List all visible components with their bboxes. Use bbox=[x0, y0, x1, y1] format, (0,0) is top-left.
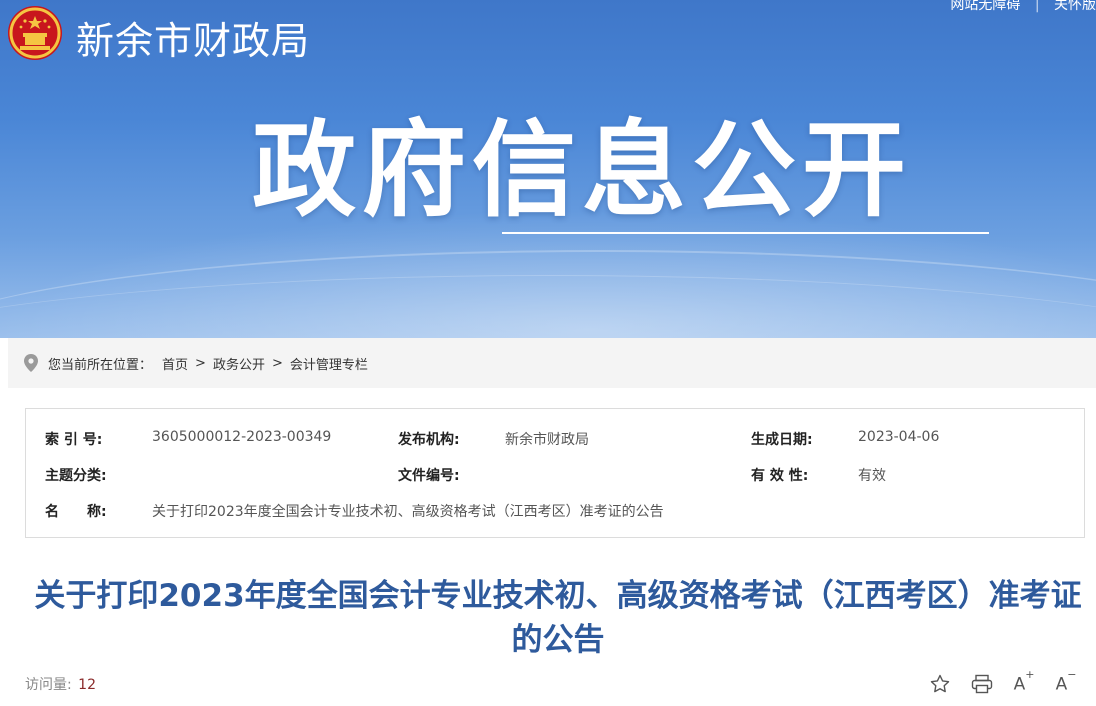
article-toolbar: A+ A− bbox=[928, 668, 1078, 696]
topic-label: 主题分类: bbox=[45, 468, 107, 484]
favorite-button[interactable] bbox=[928, 672, 952, 696]
publisher-label: 发布机构: bbox=[398, 432, 460, 448]
name-value: 关于打印2023年度全国会计专业技术初、高级资格考试（江西考区）准考证的公告 bbox=[152, 504, 664, 520]
docno-label: 文件编号: bbox=[398, 468, 460, 484]
font-decrease-button[interactable]: A− bbox=[1054, 668, 1078, 696]
visits-label: 访问量: bbox=[25, 677, 72, 693]
date-label: 生成日期: bbox=[751, 432, 813, 448]
font-increase-letter: A bbox=[1013, 674, 1026, 695]
location-pin-icon bbox=[24, 354, 38, 372]
publisher-value: 新余市财政局 bbox=[505, 432, 589, 448]
breadcrumb-prefix: 您当前所在位置： bbox=[48, 357, 153, 373]
index-value: 3605000012-2023-00349 bbox=[152, 429, 332, 445]
print-button[interactable] bbox=[970, 672, 994, 696]
article-title: 关于打印2023年度全国会计专业技术初、高级资格考试（江西考区）准考证的公告 bbox=[34, 578, 1082, 658]
font-decrease-icon: A− bbox=[1055, 668, 1077, 695]
banner-title-underline bbox=[502, 232, 989, 234]
top-links: 网站无障碍 | 关怀版 bbox=[950, 0, 1096, 14]
visits-count: 12 bbox=[78, 677, 96, 693]
accessibility-link[interactable]: 网站无障碍 bbox=[950, 0, 1020, 13]
star-icon bbox=[930, 674, 950, 693]
visit-counter: 访问量: 12 bbox=[25, 674, 96, 694]
breadcrumb-home[interactable]: 首页 bbox=[162, 354, 188, 373]
site-name[interactable]: 新余市财政局 bbox=[76, 10, 310, 65]
breadcrumb: 您当前所在位置： 首页 > 政务公开 > 会计管理专栏 bbox=[8, 338, 1096, 388]
info-row: 索 引 号: 3605000012-2023-00349 发布机构: 新余市财政… bbox=[26, 429, 1084, 449]
index-label: 索 引 号: bbox=[45, 432, 103, 448]
breadcrumb-government-affairs[interactable]: 政务公开 bbox=[213, 354, 265, 373]
breadcrumb-separator: > bbox=[195, 355, 206, 371]
font-increase-icon: A+ bbox=[1013, 668, 1035, 695]
breadcrumb-separator: > bbox=[271, 355, 283, 371]
font-decrease-letter: A bbox=[1055, 674, 1068, 695]
date-value: 2023-04-06 bbox=[858, 429, 940, 445]
print-icon bbox=[971, 674, 993, 694]
validity-label: 有 效 性: bbox=[751, 468, 809, 484]
font-increase-button[interactable]: A+ bbox=[1012, 668, 1036, 696]
header-banner: 新余市财政局 网站无障碍 | 关怀版 政府信息公开 bbox=[0, 0, 1096, 338]
validity-value: 有效 bbox=[858, 468, 886, 484]
elderly-mode-link[interactable]: 关怀版 bbox=[1054, 0, 1096, 13]
national-emblem-icon[interactable] bbox=[6, 4, 64, 62]
name-label: 名 称: bbox=[45, 504, 107, 520]
banner-title: 政府信息公开 bbox=[252, 109, 913, 231]
info-row: 主题分类: 文件编号: 有 效 性: 有效 bbox=[26, 465, 1084, 485]
link-divider: | bbox=[1034, 0, 1040, 13]
info-row: 名 称: 关于打印2023年度全国会计专业技术初、高级资格考试（江西考区）准考证… bbox=[26, 501, 1084, 521]
document-info-table: 索 引 号: 3605000012-2023-00349 发布机构: 新余市财政… bbox=[25, 408, 1085, 538]
breadcrumb-accounting-column[interactable]: 会计管理专栏 bbox=[290, 354, 368, 373]
